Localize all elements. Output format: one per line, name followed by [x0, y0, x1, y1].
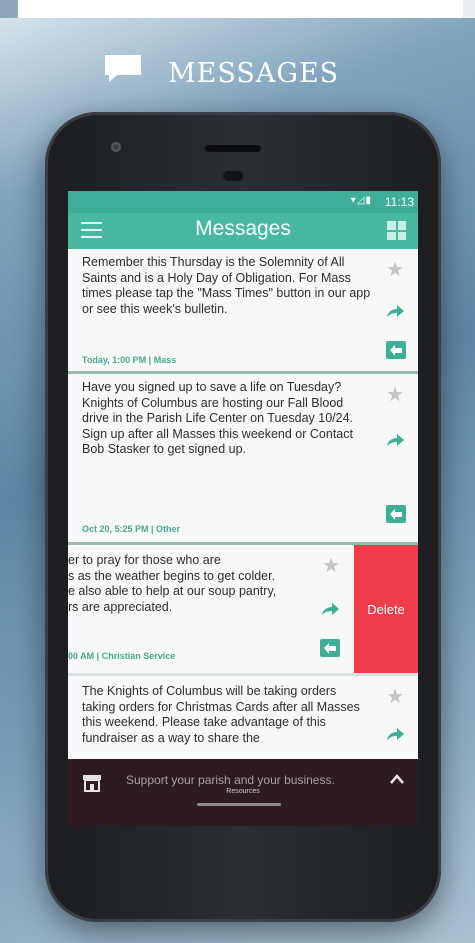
star-icon[interactable]: ★: [386, 684, 404, 709]
top-strip: [0, 0, 475, 18]
reply-icon[interactable]: [386, 505, 406, 523]
message-item[interactable]: The Knights of Columbus will be taking o…: [68, 676, 418, 759]
app-title: Messages: [195, 217, 291, 240]
reply-icon[interactable]: [386, 341, 406, 359]
message-text: Remember this Thursday is the Solemnity …: [82, 255, 371, 316]
app-bar: Messages: [68, 213, 418, 249]
message-list[interactable]: Remember this Thursday is the Solemnity …: [68, 249, 418, 759]
promo-title: MESSAGES: [168, 58, 340, 89]
message-line: s as the weather begins to get colder.: [68, 568, 276, 583]
grid-icon[interactable]: [387, 221, 406, 240]
share-arrow-icon[interactable]: [320, 601, 340, 617]
message-meta: Today, 1:00 PM | Mass: [82, 355, 177, 365]
top-strip-left: [0, 0, 18, 18]
reply-icon[interactable]: [320, 639, 340, 657]
message-item[interactable]: Have you signed up to save a life on Tue…: [68, 374, 418, 545]
resources-promo-text: Support your parish and your business.: [126, 773, 335, 787]
chevron-up-icon[interactable]: [389, 773, 405, 785]
drawer-handle[interactable]: [197, 803, 281, 806]
message-line: er to pray for those who are: [68, 553, 221, 567]
phone-screen: ▾◿▮ 11:13 Messages Remember this Thursda…: [68, 191, 418, 826]
resources-bar[interactable]: Support your parish and your business. R…: [68, 759, 418, 826]
message-meta: 00 AM | Christian Service: [68, 651, 176, 661]
star-icon[interactable]: ★: [386, 382, 404, 407]
camera-icon: [111, 142, 121, 152]
speaker-grille: [205, 145, 261, 152]
resources-label: Resources: [226, 788, 260, 795]
star-icon[interactable]: ★: [322, 553, 340, 578]
status-icons: ▾◿▮: [350, 195, 372, 206]
delete-button[interactable]: Delete: [354, 545, 418, 673]
promo-header: MESSAGES: [0, 20, 475, 90]
share-arrow-icon[interactable]: [385, 726, 405, 742]
share-arrow-icon[interactable]: [385, 432, 405, 448]
swiped-message-item[interactable]: er to pray for those who are s as the we…: [68, 545, 418, 673]
chat-bubble-icon: [105, 55, 141, 82]
message-line: e also able to help at our soup pantry,: [68, 584, 277, 598]
star-icon[interactable]: ★: [386, 257, 404, 282]
message-meta: Oct 20, 5:25 PM | Other: [82, 524, 181, 534]
top-strip-right: [463, 0, 475, 18]
message-text: er to pray for those who are s as the we…: [68, 553, 308, 615]
message-text: The Knights of Columbus will be taking o…: [82, 684, 360, 745]
share-arrow-icon[interactable]: [385, 303, 405, 319]
proximity-sensor: [223, 171, 243, 181]
message-card[interactable]: er to pray for those who are s as the we…: [68, 545, 354, 673]
message-item[interactable]: Remember this Thursday is the Solemnity …: [68, 249, 418, 374]
status-bar: ▾◿▮ 11:13: [68, 191, 418, 213]
message-text: Have you signed up to save a life on Tue…: [82, 380, 353, 456]
message-line: rs are appreciated.: [68, 599, 173, 614]
status-time: 11:13: [384, 195, 414, 209]
